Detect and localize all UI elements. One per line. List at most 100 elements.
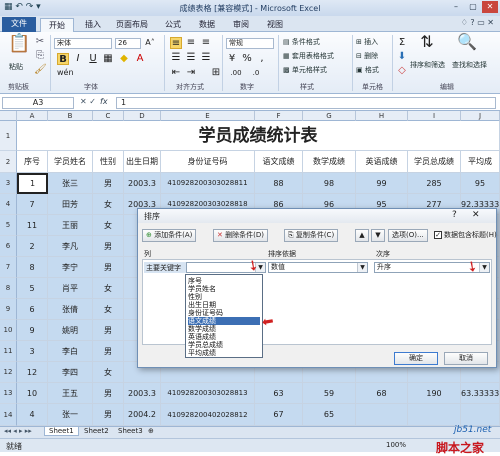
format-as-table-button[interactable]: ▦ 套用表格格式 xyxy=(283,51,334,61)
table-cell[interactable] xyxy=(461,404,500,426)
bold-icon[interactable]: B xyxy=(57,53,69,65)
table-cell[interactable]: 男 xyxy=(93,404,124,426)
close-button[interactable]: ✕ xyxy=(482,1,498,13)
column-header[interactable]: F xyxy=(255,111,303,121)
paste-icon[interactable]: 📋 xyxy=(8,35,30,58)
format-painter-icon[interactable]: 🖌 xyxy=(34,64,47,76)
table-cell[interactable]: 2 xyxy=(17,236,48,257)
column-header[interactable]: A xyxy=(17,111,48,121)
copy-level-button[interactable]: ⎘ 复制条件(C) xyxy=(284,229,339,242)
increase-decimal-icon[interactable]: .00 xyxy=(230,67,242,79)
comma-icon[interactable]: , xyxy=(256,53,268,65)
fx-icon[interactable]: fx xyxy=(100,97,108,106)
add-level-button[interactable]: ⊕ 添加条件(A) xyxy=(142,229,197,242)
sheet-tab[interactable]: Sheet2 xyxy=(80,427,113,435)
table-cell[interactable] xyxy=(408,404,461,426)
find-select-button[interactable]: 查找和选择 xyxy=(452,60,487,70)
font-color-icon[interactable]: A xyxy=(134,53,146,65)
table-cell[interactable]: 女 xyxy=(93,278,124,299)
table-cell[interactable]: 女 xyxy=(93,299,124,320)
column-header[interactable]: D xyxy=(124,111,161,121)
table-cell[interactable]: 4 xyxy=(17,404,48,426)
dropdown-option[interactable]: 数学成绩 xyxy=(188,325,260,333)
table-cell[interactable]: 8 xyxy=(17,257,48,278)
table-cell[interactable]: 3 xyxy=(17,341,48,362)
table-cell[interactable]: 11 xyxy=(17,215,48,236)
row-header[interactable]: 9 xyxy=(0,299,17,320)
table-cell[interactable]: 田芳 xyxy=(48,194,93,215)
dialog-close-icon[interactable]: ✕ xyxy=(472,210,480,220)
dropdown-option[interactable]: 语文成绩 xyxy=(188,317,260,325)
format-cells-button[interactable]: ▣ 格式 xyxy=(356,65,379,75)
table-cell[interactable]: 男 xyxy=(93,320,124,341)
row-header[interactable]: 7 xyxy=(0,257,17,278)
header-gender[interactable]: 性别 xyxy=(93,151,124,173)
table-cell[interactable]: 张倩 xyxy=(48,299,93,320)
has-headers-checkbox[interactable]: ✓ xyxy=(434,231,442,239)
table-cell[interactable]: 肖平 xyxy=(48,278,93,299)
tab-data[interactable]: 数据 xyxy=(192,18,222,32)
header-english[interactable]: 英语成绩 xyxy=(356,151,408,173)
delete-level-button[interactable]: ✕ 删除条件(D) xyxy=(213,229,268,242)
header-birth[interactable]: 出生日期 xyxy=(124,151,161,173)
sheet-title[interactable]: 学员成绩统计表 xyxy=(17,121,500,151)
table-cell[interactable]: 95 xyxy=(461,173,500,194)
sheet-tab[interactable]: Sheet3 xyxy=(114,427,147,435)
fill-color-icon[interactable]: ◆ xyxy=(118,53,130,65)
cancel-confirm-icons[interactable]: ✕ ✓ xyxy=(80,97,96,106)
column-header[interactable]: H xyxy=(356,111,408,121)
name-box[interactable]: A3 xyxy=(2,97,74,109)
font-size-combo[interactable]: 26 xyxy=(115,38,141,49)
phonetic-icon[interactable]: wén xyxy=(57,67,74,79)
row-header[interactable]: 8 xyxy=(0,278,17,299)
column-header[interactable]: E xyxy=(161,111,255,121)
table-cell[interactable]: 张一 xyxy=(48,404,93,426)
table-cell[interactable]: 98 xyxy=(303,173,356,194)
number-format-combo[interactable]: 常规 xyxy=(226,38,274,49)
table-cell[interactable]: 285 xyxy=(408,173,461,194)
table-cell[interactable]: 410928200402028812 xyxy=(161,404,255,426)
table-cell[interactable]: 6 xyxy=(17,299,48,320)
dropdown-option[interactable]: 学员总成绩 xyxy=(188,341,260,349)
table-cell[interactable]: 李凡 xyxy=(48,236,93,257)
table-cell[interactable]: 7 xyxy=(17,194,48,215)
grow-font-icon[interactable]: A˄ xyxy=(144,37,156,49)
table-cell[interactable]: 9 xyxy=(17,320,48,341)
clear-icon[interactable]: ◇ xyxy=(396,65,408,77)
delete-cells-button[interactable]: ⊟ 删除 xyxy=(356,51,378,61)
table-cell[interactable]: 女 xyxy=(93,194,124,215)
currency-icon[interactable]: ¥ xyxy=(226,53,238,65)
sort-on-combo[interactable]: 数值 ▼ xyxy=(268,262,368,273)
align-right-icon[interactable]: ☰ xyxy=(200,52,212,64)
active-cell[interactable]: 1 xyxy=(17,173,48,194)
dropdown-option[interactable]: 学员姓名 xyxy=(188,285,260,293)
tab-review[interactable]: 审阅 xyxy=(226,18,256,32)
dialog-help-icon[interactable]: ? xyxy=(452,210,457,220)
cut-icon[interactable]: ✂ xyxy=(34,36,46,48)
table-cell[interactable]: 63.33333 xyxy=(461,383,500,404)
table-cell[interactable]: 2003.3 xyxy=(124,383,161,404)
table-cell[interactable]: 男 xyxy=(93,257,124,278)
table-cell[interactable]: 10 xyxy=(17,383,48,404)
indent-icon[interactable]: ⇤ xyxy=(170,67,182,79)
header-name[interactable]: 学员姓名 xyxy=(48,151,93,173)
column-header[interactable]: B xyxy=(48,111,93,121)
sort-filter-button[interactable]: 排序和筛选 xyxy=(410,60,445,70)
select-all-corner[interactable] xyxy=(0,111,17,121)
row-header[interactable]: 13 xyxy=(0,383,17,404)
underline-icon[interactable]: U xyxy=(87,53,99,65)
conditional-format-button[interactable]: ▤ 条件格式 xyxy=(283,37,320,47)
dropdown-option[interactable]: 平均成绩 xyxy=(188,349,260,357)
row-header[interactable]: 1 xyxy=(0,121,17,151)
move-down-button[interactable]: ▼ xyxy=(371,229,385,242)
header-avg[interactable]: 平均成 xyxy=(461,151,500,173)
table-cell[interactable]: 67 xyxy=(255,404,303,426)
table-cell[interactable]: 姚明 xyxy=(48,320,93,341)
autosum-icon[interactable]: Σ xyxy=(396,37,408,49)
table-cell[interactable]: 12 xyxy=(17,362,48,383)
row-header[interactable]: 2 xyxy=(0,151,17,173)
tab-insert[interactable]: 插入 xyxy=(78,18,108,32)
sheet-nav-icon[interactable]: ◂◂ ◂ ▸ ▸▸ xyxy=(4,427,32,435)
table-cell[interactable]: 李四 xyxy=(48,362,93,383)
paste-button[interactable]: 粘贴 xyxy=(9,62,23,72)
